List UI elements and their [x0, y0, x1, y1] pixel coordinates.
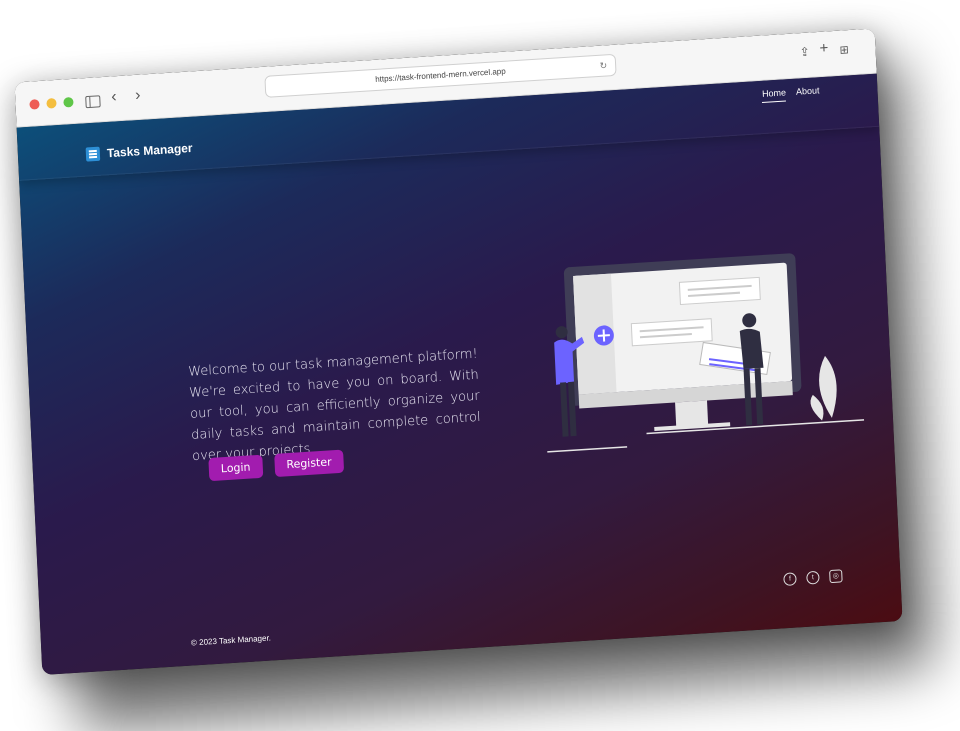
browser-window: ‹ › https://task-frontend-mern.vercel.ap… [14, 28, 903, 675]
close-window-button[interactable] [29, 99, 40, 110]
plant-leaf-small [810, 394, 824, 421]
brand-name: Tasks Manager [106, 140, 193, 161]
instagram-icon[interactable]: ◎ [829, 569, 843, 584]
monitor-stand [675, 400, 709, 427]
brand[interactable]: Tasks Manager [85, 140, 193, 162]
tasks-logo-icon [85, 146, 101, 162]
address-bar[interactable]: https://task-frontend-mern.vercel.app ↻ [264, 53, 617, 98]
nav-link-about[interactable]: About [796, 85, 820, 101]
forward-icon[interactable]: › [135, 87, 141, 104]
twitter-icon[interactable]: t [806, 570, 820, 585]
login-button[interactable]: Login [208, 454, 263, 482]
web-page: Tasks Manager Home About Welcome to our … [16, 73, 903, 675]
person-right-body [739, 328, 764, 370]
minimize-window-button[interactable] [46, 97, 57, 109]
register-button[interactable]: Register [273, 449, 345, 478]
facebook-icon[interactable]: f [783, 572, 797, 587]
sidebar-icon[interactable] [85, 95, 101, 109]
new-tab-icon[interactable]: + [819, 39, 829, 57]
share-icon[interactable]: ⇪ [799, 45, 810, 60]
nav-link-home[interactable]: Home [761, 87, 787, 103]
hero-illustration [547, 253, 865, 453]
hero-description: Welcome to our task management platform!… [187, 346, 481, 465]
nav-links: Home About [761, 85, 820, 103]
window-controls [29, 96, 74, 110]
social-links: f t ◎ [783, 569, 843, 587]
screen-card-top [678, 276, 761, 306]
reload-icon[interactable]: ↻ [599, 55, 607, 76]
zoom-window-button[interactable] [63, 96, 74, 108]
back-icon[interactable]: ‹ [111, 88, 117, 105]
url-text: https://task-frontend-mern.vercel.app [375, 66, 506, 84]
screen-card-middle [630, 318, 713, 347]
footer-copyright: © 2023 Task Manager. [190, 633, 272, 648]
person-left-head [555, 326, 568, 339]
tab-overview-icon[interactable]: ⊞ [839, 43, 849, 58]
